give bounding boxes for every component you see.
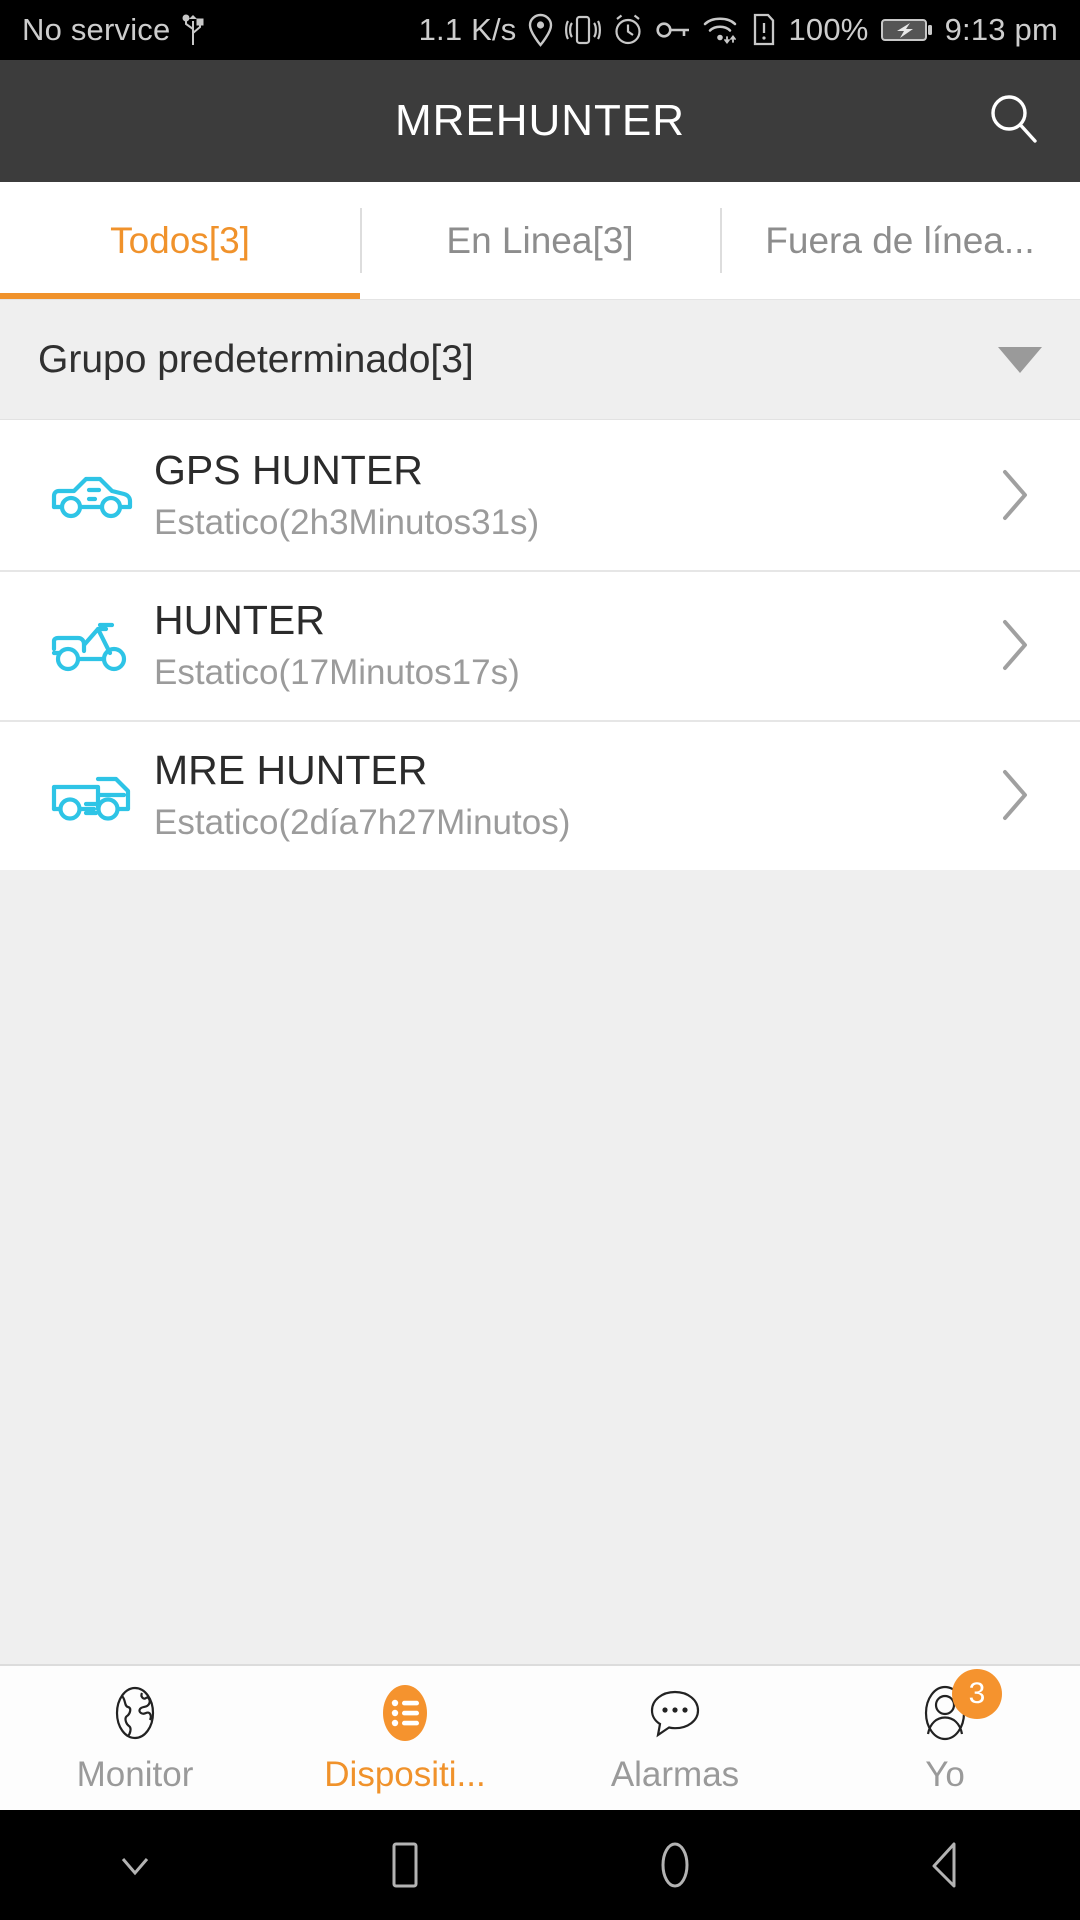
alarm-icon (612, 13, 644, 47)
chevron-right-icon[interactable] (980, 617, 1050, 673)
table-row[interactable]: GPS HUNTER Estatico(2h3Minutos31s) (0, 420, 1080, 570)
device-info: GPS HUNTER Estatico(2h3Minutos31s) (146, 447, 980, 542)
nav-item-dispositivos-label: Dispositi... (324, 1755, 486, 1794)
tab-todos[interactable]: Todos[3] (0, 182, 360, 299)
chevron-down-icon[interactable] (998, 346, 1042, 373)
clock-label: 9:13 pm (944, 12, 1058, 47)
hide-navbar-icon[interactable] (0, 1810, 270, 1920)
vpn-key-icon (655, 13, 691, 47)
usb-icon (182, 13, 204, 47)
status-bar-right: 1.1 K/s 100% 9:13 pm (419, 12, 1058, 48)
filter-tabs: Todos[3] En Linea[3] Fuera de línea... (0, 182, 1080, 300)
wifi-icon (702, 13, 740, 47)
chat-bubble-icon (644, 1681, 706, 1745)
nav-item-dispositivos[interactable]: Dispositi... (270, 1666, 540, 1810)
app-title-bar: MREHUNTER (0, 60, 1080, 182)
recents-square-icon[interactable] (270, 1810, 540, 1920)
status-bar: No service 1.1 K/s 100% 9:13 pm (0, 0, 1080, 60)
device-name: MRE HUNTER (154, 747, 428, 793)
location-icon (527, 13, 554, 47)
nav-item-yo-label: Yo (925, 1755, 965, 1794)
tab-en-linea[interactable]: En Linea[3] (360, 182, 720, 299)
battery-percent-label: 100% (788, 12, 869, 47)
tab-en-linea-label: En Linea[3] (446, 219, 634, 261)
device-name: HUNTER (154, 597, 325, 643)
nav-item-alarmas-label: Alarmas (610, 1755, 740, 1794)
globe-icon (104, 1681, 166, 1745)
device-list: GPS HUNTER Estatico(2h3Minutos31s) HUNTE… (0, 420, 1080, 870)
home-circle-icon[interactable] (540, 1810, 810, 1920)
device-list-icon (374, 1681, 436, 1745)
table-row[interactable]: HUNTER Estatico(17Minutos17s) (0, 570, 1080, 720)
status-badge: 3 (952, 1669, 1002, 1719)
sim-alert-icon (751, 13, 777, 47)
bottom-navigation: Monitor Dispositi... Alarmas 3 Yo (0, 1664, 1080, 1810)
chevron-right-icon[interactable] (980, 767, 1050, 823)
tab-fuera-de-linea[interactable]: Fuera de línea... (720, 182, 1080, 299)
group-title: Grupo predeterminado[3] (38, 337, 474, 381)
nav-item-alarmas[interactable]: Alarmas (540, 1666, 810, 1810)
back-triangle-icon[interactable] (810, 1810, 1080, 1920)
tab-fuera-de-linea-label: Fuera de línea... (765, 219, 1035, 261)
device-name: GPS HUNTER (154, 447, 423, 493)
motorcycle-icon (36, 615, 146, 675)
truck-icon (36, 765, 146, 825)
device-status: Estatico(2día7h27Minutos) (154, 803, 571, 842)
nav-item-yo[interactable]: 3 Yo (810, 1666, 1080, 1810)
nav-item-monitor[interactable]: Monitor (0, 1666, 270, 1810)
device-status: Estatico(17Minutos17s) (154, 653, 520, 692)
chevron-right-icon[interactable] (980, 467, 1050, 523)
table-row[interactable]: MRE HUNTER Estatico(2día7h27Minutos) (0, 720, 1080, 870)
vibrate-icon (565, 13, 602, 47)
device-status: Estatico(2h3Minutos31s) (154, 503, 540, 542)
person-icon: 3 (914, 1669, 1002, 1745)
search-icon (985, 90, 1043, 153)
device-info: HUNTER Estatico(17Minutos17s) (146, 597, 980, 692)
empty-list-area (0, 870, 1080, 1664)
device-info: MRE HUNTER Estatico(2día7h27Minutos) (146, 747, 980, 842)
battery-charging-icon (880, 13, 934, 47)
nav-item-monitor-label: Monitor (76, 1755, 194, 1794)
group-header[interactable]: Grupo predeterminado[3] (0, 300, 1080, 420)
android-navigation-bar (0, 1810, 1080, 1920)
network-speed-label: 1.1 K/s (418, 12, 517, 47)
carrier-label: No service (22, 12, 171, 47)
car-icon (36, 465, 146, 525)
status-bar-left: No service (22, 12, 204, 48)
search-button[interactable] (976, 83, 1052, 159)
page-title: MREHUNTER (394, 96, 686, 145)
tab-todos-label: Todos[3] (110, 219, 250, 261)
phone-screen: No service 1.1 K/s 100% 9:13 pm MREHUNTE… (0, 0, 1080, 1920)
